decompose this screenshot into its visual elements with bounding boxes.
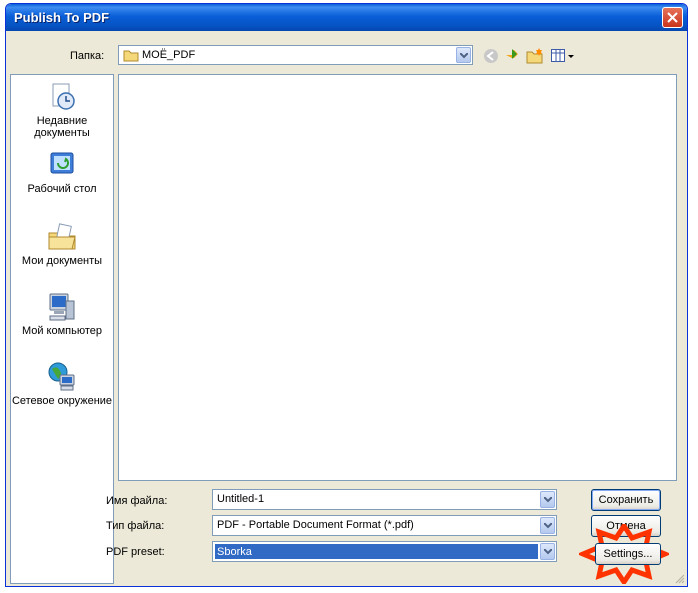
place-label: Сетевое окружение — [11, 395, 113, 407]
up-folder-icon[interactable] — [504, 47, 520, 65]
settings-button[interactable]: Settings... — [595, 543, 661, 565]
place-label: Недавние документы — [34, 115, 90, 139]
chevron-down-icon — [544, 497, 552, 503]
publish-dialog: Publish To PDF Папка: МОЁ_PDF Недавние д… — [5, 3, 688, 587]
filename-value: Untitled-1 — [217, 493, 265, 505]
folder-label: Папка: — [70, 50, 105, 62]
preset-label: PDF preset: — [106, 546, 165, 558]
back-icon[interactable] — [483, 48, 499, 64]
filetype-label: Тип файла: — [106, 520, 165, 532]
folder-combo[interactable]: МОЁ_PDF — [118, 45, 473, 65]
chevron-down-icon — [544, 523, 552, 529]
filename-label: Имя файла: — [106, 495, 168, 507]
my-computer-icon — [49, 293, 75, 321]
place-recent[interactable]: Недавние документы — [11, 81, 113, 139]
filename-dropdown-arrow[interactable] — [540, 491, 555, 508]
my-documents-icon — [48, 223, 76, 250]
new-folder-icon[interactable] — [526, 47, 544, 65]
places-bar: Недавние документы Рабочий стол Мои доку… — [10, 74, 114, 584]
folder-value: МОЁ_PDF — [142, 49, 196, 61]
preset-value: Sborka — [215, 544, 538, 559]
filetype-combo[interactable]: PDF - Portable Document Format (*.pdf) — [212, 515, 557, 536]
folder-dropdown-arrow[interactable] — [456, 47, 471, 63]
resize-grip-icon[interactable] — [675, 574, 685, 584]
network-icon — [48, 362, 75, 391]
place-label: Рабочий стол — [27, 183, 97, 195]
filetype-value: PDF - Portable Document Format (*.pdf) — [217, 519, 414, 531]
view-menu-icon[interactable] — [551, 49, 575, 63]
filetype-dropdown-arrow[interactable] — [540, 517, 555, 534]
preset-combo[interactable]: Sborka — [212, 541, 557, 562]
chevron-down-icon — [460, 53, 468, 59]
recent-documents-icon — [52, 83, 75, 110]
window-title: Publish To PDF — [14, 10, 110, 25]
place-desktop[interactable]: Рабочий стол — [11, 149, 113, 195]
place-my-documents[interactable]: Мои документы — [11, 221, 113, 267]
folder-icon — [123, 50, 139, 62]
place-label: Мои документы — [21, 255, 103, 267]
close-icon — [667, 12, 678, 23]
place-label: Мой компьютер — [21, 325, 103, 337]
close-button[interactable] — [662, 7, 683, 28]
place-my-computer[interactable]: Мой компьютер — [11, 291, 113, 337]
preset-dropdown-arrow[interactable] — [540, 543, 555, 560]
filename-input[interactable]: Untitled-1 — [212, 489, 557, 510]
file-list[interactable] — [118, 74, 677, 481]
desktop-icon — [50, 152, 74, 174]
place-network[interactable]: Сетевое окружение — [11, 361, 113, 407]
chevron-down-icon — [544, 549, 552, 555]
save-button[interactable]: Сохранить — [591, 489, 661, 511]
title-bar[interactable]: Publish To PDF — [6, 4, 687, 31]
